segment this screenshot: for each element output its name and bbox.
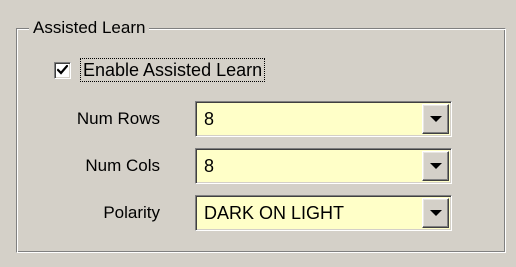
enable-assisted-learn-checkbox[interactable] [54, 61, 71, 79]
group-title: Assisted Learn [29, 15, 150, 41]
num-cols-value: 8 [204, 156, 215, 176]
polarity-label: Polarity [103, 203, 160, 222]
chevron-down-icon [429, 163, 442, 169]
chevron-down-icon [429, 210, 442, 216]
num-rows-combobox[interactable]: 8 [195, 101, 452, 137]
check-icon [57, 64, 68, 75]
polarity-dropdown-button[interactable] [422, 198, 449, 228]
enable-assisted-learn-label[interactable]: Enable Assisted Learn [79, 58, 266, 82]
num-cols-label: Num Cols [85, 156, 160, 175]
num-rows-label: Num Rows [76, 109, 160, 128]
enable-assisted-learn-row[interactable]: Enable Assisted Learn [54, 57, 266, 83]
polarity-value: DARK ON LIGHT [204, 203, 345, 223]
num-rows-value: 8 [204, 109, 215, 129]
num-rows-dropdown-button[interactable] [422, 104, 449, 134]
num-cols-dropdown-button[interactable] [422, 151, 449, 181]
num-cols-combobox[interactable]: 8 [195, 148, 452, 184]
polarity-combobox[interactable]: DARK ON LIGHT [195, 195, 452, 231]
chevron-down-icon [429, 116, 442, 122]
